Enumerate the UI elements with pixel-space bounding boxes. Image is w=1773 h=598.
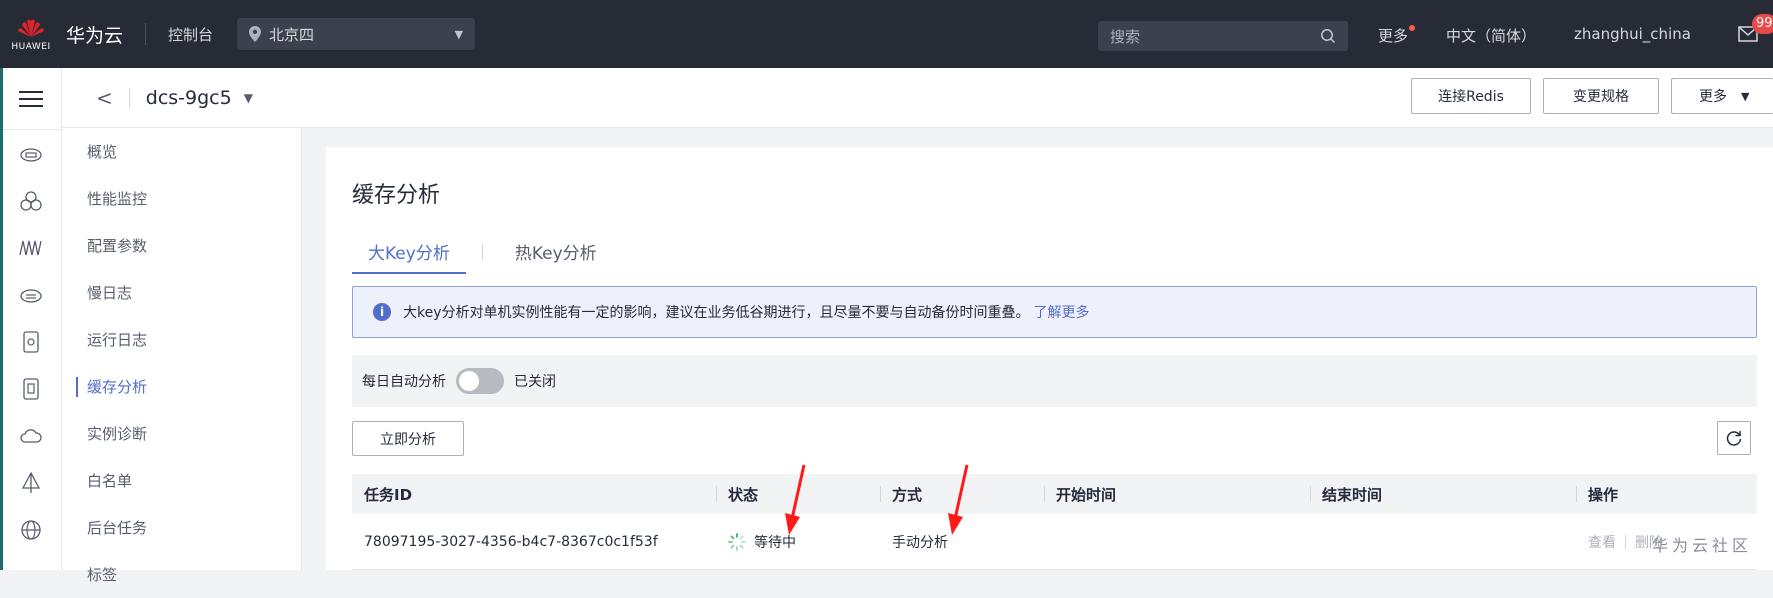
- huawei-logo[interactable]: HUAWEI: [0, 0, 62, 68]
- user-menu[interactable]: zhanghui_china: [1574, 25, 1691, 43]
- analysis-tabs: 大Key分析 热Key分析: [352, 239, 613, 274]
- analyze-now-button[interactable]: 立即分析: [352, 421, 464, 456]
- chevron-down-icon: ▼: [454, 27, 464, 41]
- rail-item-network[interactable]: [0, 459, 61, 506]
- instance-sidebar-nav: 概览 性能监控 配置参数 慢日志 运行日志 缓存分析 实例诊断 白名单 后台任务…: [62, 128, 302, 584]
- end-time-cell: [1310, 514, 1576, 569]
- page-title: 缓存分析: [352, 183, 441, 208]
- message-count-badge: 99: [1752, 14, 1773, 34]
- sidebar-item-run-log[interactable]: 运行日志: [62, 316, 301, 363]
- search-icon[interactable]: [1320, 28, 1336, 44]
- info-notice: i 大key分析对单机实例性能有一定的影响，建议在业务低谷期进行，且尽量不要与自…: [352, 286, 1757, 338]
- column-header-end-time[interactable]: 结束时间: [1310, 474, 1576, 514]
- console-link[interactable]: 控制台: [168, 24, 213, 45]
- rail-item-storage[interactable]: [0, 318, 61, 365]
- notification-dot: [1409, 25, 1416, 31]
- change-spec-button[interactable]: 变更规格: [1543, 78, 1659, 114]
- view-link[interactable]: 查看: [1588, 532, 1616, 552]
- auto-analysis-toggle[interactable]: [456, 368, 504, 394]
- storage-disk-icon: [22, 330, 39, 353]
- cluster-icon: [19, 190, 42, 211]
- divider: [481, 243, 483, 261]
- column-header-task-id: 任务ID: [364, 485, 413, 504]
- cloud-icon: [19, 428, 42, 443]
- cloud-server-icon: [19, 147, 42, 162]
- back-arrow-icon[interactable]: <: [96, 86, 113, 110]
- logo-text: HUAWEI: [11, 41, 51, 52]
- service-icon-rail: [0, 68, 62, 570]
- backup-disk-icon: [22, 377, 39, 400]
- rail-item-globe[interactable]: [0, 506, 61, 553]
- brand-name[interactable]: 华为云: [66, 21, 123, 48]
- rail-item-cloud[interactable]: [0, 412, 61, 459]
- info-icon: i: [373, 303, 391, 321]
- refresh-button[interactable]: [1717, 421, 1751, 455]
- connect-redis-button[interactable]: 连接Redis: [1411, 78, 1531, 114]
- language-selector[interactable]: 中文（简体）: [1446, 25, 1536, 46]
- more-actions-label: 更多: [1699, 89, 1727, 105]
- column-header-start-time[interactable]: 开始时间: [1044, 474, 1310, 514]
- auto-analysis-row: 每日自动分析 已关闭: [352, 355, 1757, 407]
- more-menu[interactable]: 更多: [1378, 25, 1416, 46]
- instance-dropdown-icon[interactable]: ▼: [244, 91, 253, 105]
- sidebar-item-cache-analysis[interactable]: 缓存分析: [62, 363, 301, 410]
- annotation-arrow-status: [785, 464, 806, 535]
- menu-icon: [18, 90, 43, 107]
- task-id-cell: 78097195-3027-4356-b4c7-8367c0c1f53f: [364, 533, 658, 550]
- learn-more-link[interactable]: 了解更多: [1034, 302, 1090, 322]
- watermark: 华为云社区: [1652, 536, 1753, 555]
- search-input[interactable]: 搜索: [1098, 21, 1348, 51]
- search-placeholder: 搜索: [1110, 27, 1141, 46]
- rail-item-cluster[interactable]: [0, 177, 61, 224]
- annotation-arrow-method: [948, 464, 969, 535]
- tab-big-key[interactable]: 大Key分析: [352, 239, 466, 274]
- region-selector[interactable]: 北京四 ▼: [237, 18, 476, 50]
- instance-header: < dcs-9gc5 ▼ 连接Redis 变更规格 更多 ▼: [62, 68, 1773, 128]
- region-label: 北京四: [269, 25, 315, 44]
- table-row: 78097195-3027-4356-b4c7-8367c0c1f53f 等待中…: [352, 514, 1757, 570]
- notice-text: 大key分析对单机实例性能有一定的影响，建议在业务低谷期进行，且尽量不要与自动备…: [403, 305, 1030, 321]
- rail-item-backup[interactable]: [0, 365, 61, 412]
- network-icon: [21, 471, 40, 493]
- monitor-waves-icon: [18, 240, 42, 255]
- rail-scrollbar[interactable]: [0, 68, 3, 570]
- sidebar-item-overview[interactable]: 概览: [62, 128, 301, 175]
- rail-item-ecs[interactable]: [0, 130, 61, 177]
- sidebar-item-whitelist[interactable]: 白名单: [62, 457, 301, 504]
- database-cloud-icon: [19, 288, 42, 303]
- divider: [145, 23, 147, 45]
- refresh-icon: [1726, 431, 1742, 446]
- huawei-flower-icon: [18, 19, 44, 37]
- start-time-cell: [1044, 514, 1310, 569]
- sidebar-item-instance-diagnosis[interactable]: 实例诊断: [62, 410, 301, 457]
- divider: [1625, 534, 1626, 549]
- tab-hot-key[interactable]: 热Key分析: [499, 239, 613, 272]
- sidebar-item-tags[interactable]: 标签: [62, 551, 301, 598]
- menu-button[interactable]: [0, 68, 61, 130]
- rail-item-dcs[interactable]: [0, 271, 61, 318]
- chevron-down-icon: ▼: [1741, 89, 1750, 103]
- cache-analysis-panel: 缓存分析 大Key分析 热Key分析 i 大key分析对单机实例性能有一定的影响…: [326, 147, 1773, 570]
- column-header-actions: 操作: [1576, 474, 1757, 514]
- sidebar-item-config-params[interactable]: 配置参数: [62, 222, 301, 269]
- auto-analysis-label: 每日自动分析: [362, 374, 446, 390]
- sidebar-item-background-tasks[interactable]: 后台任务: [62, 504, 301, 551]
- table-header: 任务ID 状态 方式 开始时间 结束时间 操作: [352, 474, 1757, 514]
- rail-item-monitor[interactable]: [0, 224, 61, 271]
- sidebar-item-slow-log[interactable]: 慢日志: [62, 269, 301, 316]
- loading-spinner-icon: [728, 532, 746, 551]
- location-pin-icon: [249, 26, 262, 42]
- sidebar-item-performance-monitoring[interactable]: 性能监控: [62, 175, 301, 222]
- more-actions-button[interactable]: 更多 ▼: [1671, 78, 1773, 114]
- top-navigation-bar: HUAWEI 华为云 控制台 北京四 ▼ 搜索 更多 中文（简体） zhangh…: [0, 0, 1773, 68]
- more-label: 更多: [1378, 27, 1409, 45]
- auto-analysis-status: 已关闭: [514, 374, 556, 390]
- instance-name[interactable]: dcs-9gc5: [146, 87, 232, 109]
- toggle-knob: [459, 371, 479, 391]
- divider: [128, 87, 130, 108]
- globe-icon: [20, 519, 41, 540]
